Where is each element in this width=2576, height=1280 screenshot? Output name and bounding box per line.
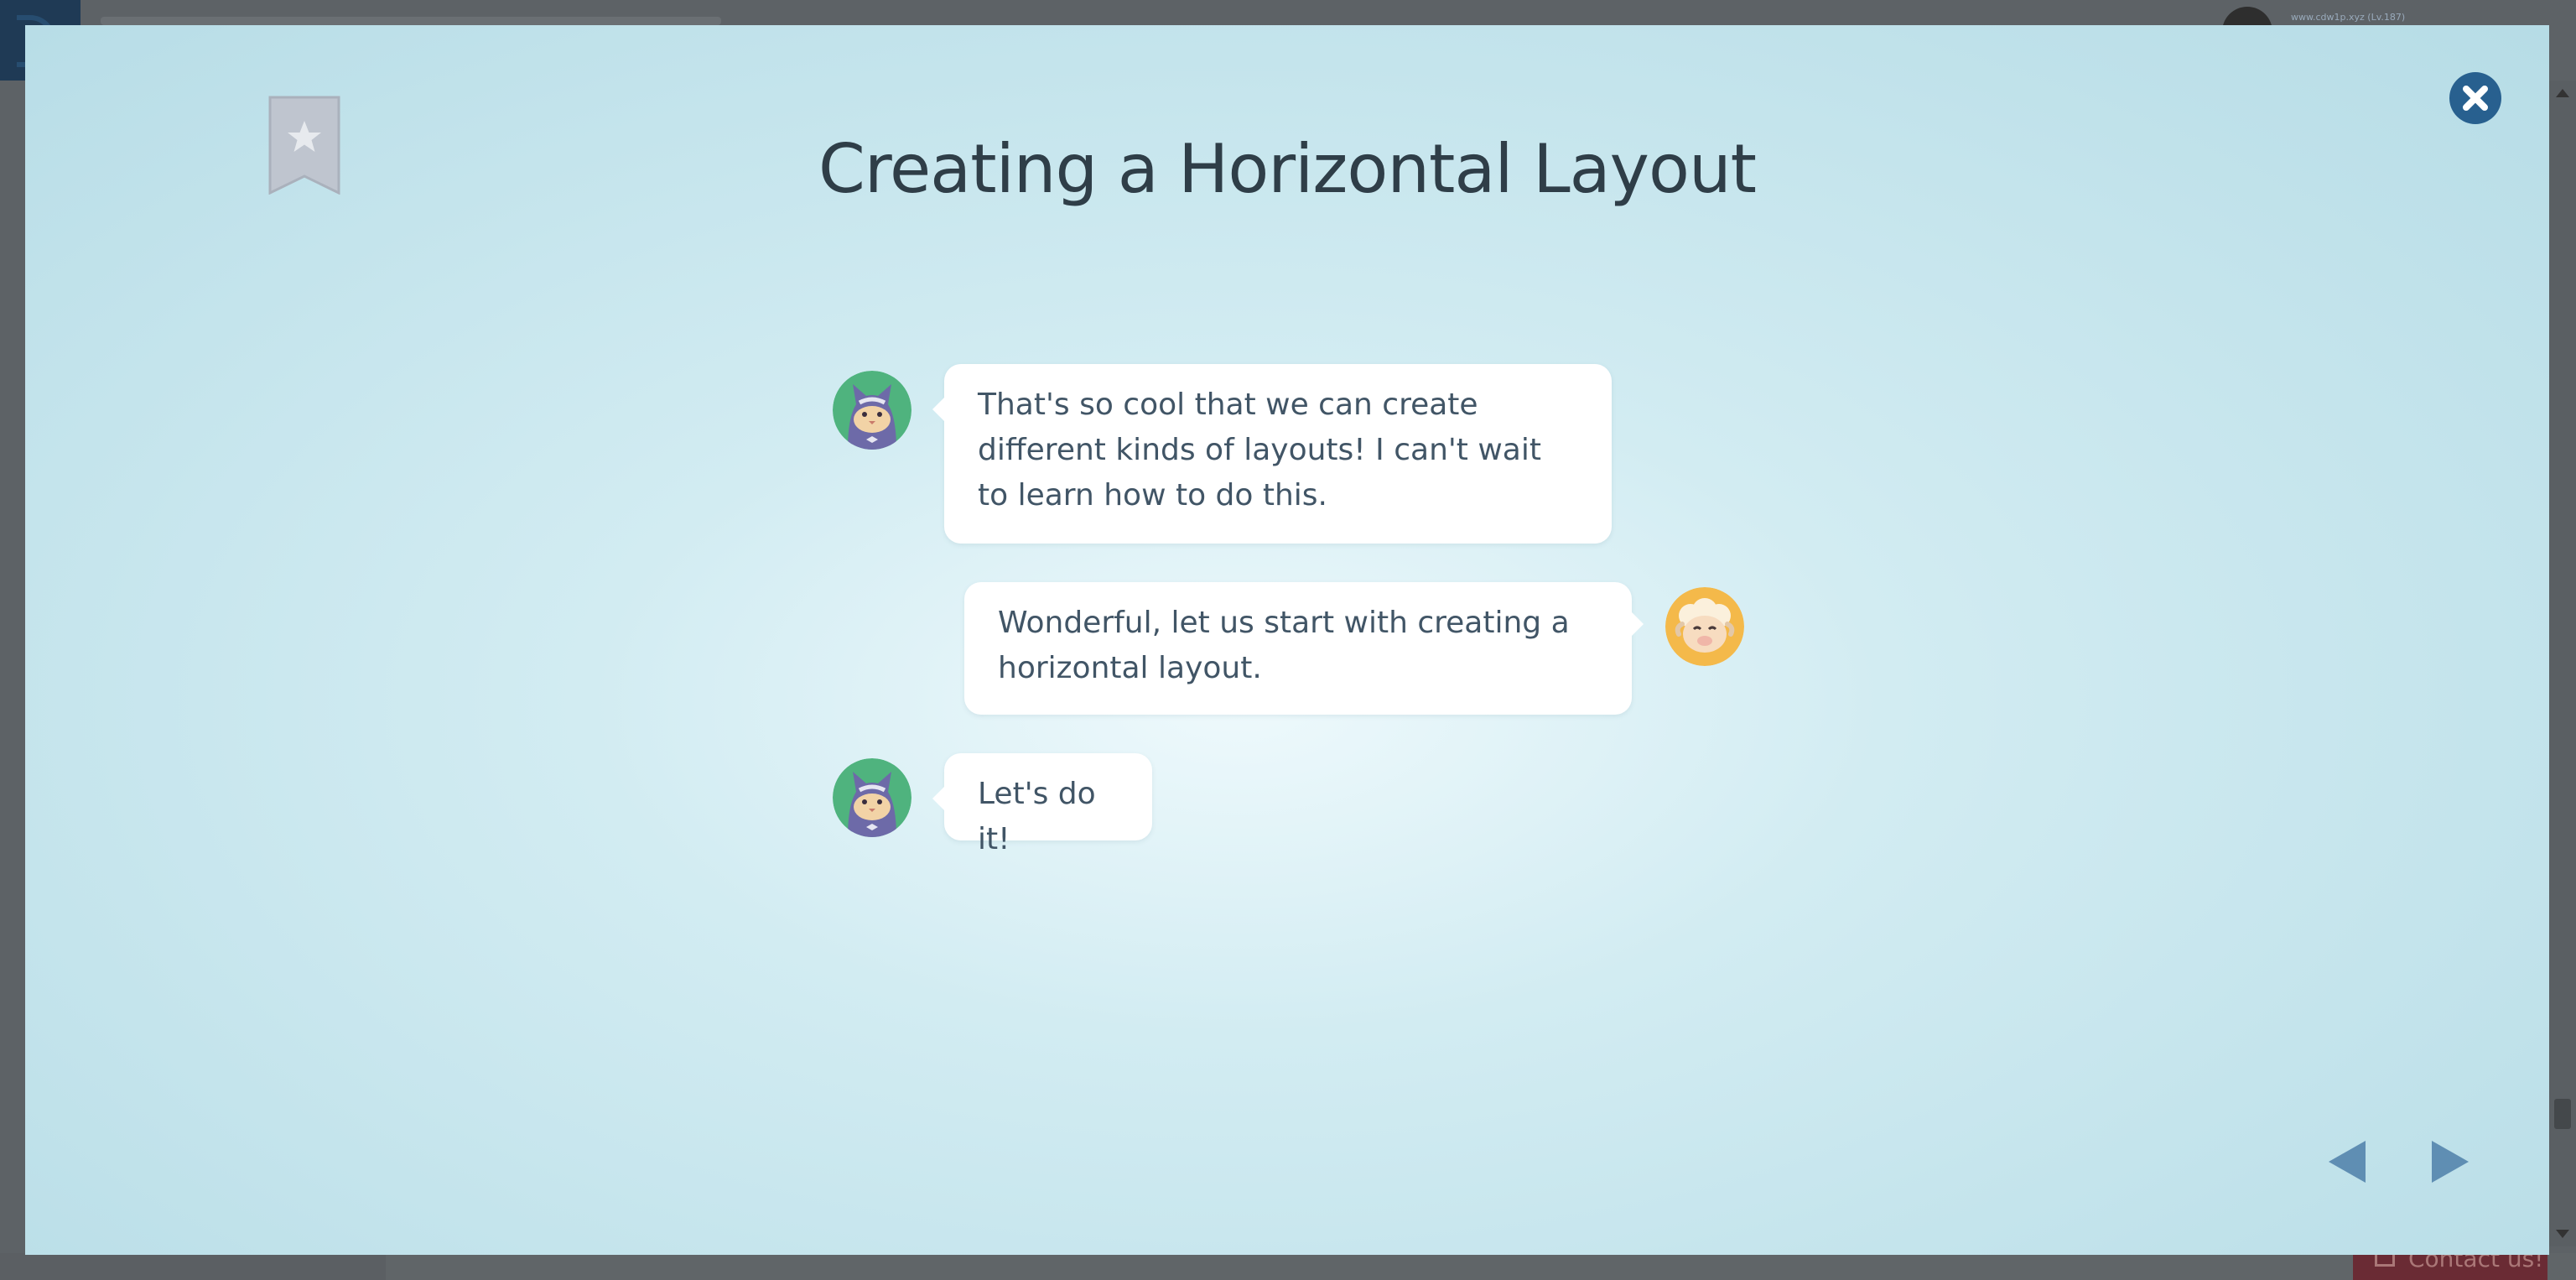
- background-user-text: www.cdw1p.xyz (Lv.187): [2291, 12, 2406, 23]
- sheep-character-icon: [1665, 587, 1744, 666]
- chat-bubble-3: Let's do it!: [932, 753, 1152, 856]
- close-button[interactable]: [2449, 72, 2501, 124]
- cat-avatar: [833, 371, 911, 450]
- background-bottom-bar: [0, 1253, 2576, 1280]
- sheep-avatar: [1665, 587, 1744, 666]
- chat-message-text: Let's do it!: [978, 777, 1096, 856]
- background-search-bar: [101, 17, 721, 25]
- scroll-up-icon: [2556, 89, 2569, 97]
- scroll-down-icon: [2556, 1230, 2569, 1238]
- background-bottom-panel: [0, 1253, 386, 1280]
- chat-message-text: Wonderful, let us start with creating a …: [998, 606, 1570, 685]
- cat-character-icon: [833, 758, 911, 837]
- next-button[interactable]: [2432, 1141, 2469, 1183]
- cat-avatar: [833, 758, 911, 837]
- previous-button[interactable]: [2329, 1141, 2366, 1183]
- chat-bubble-2: Wonderful, let us start with creating a …: [964, 582, 1644, 715]
- background-scrollbar: [2549, 81, 2576, 1246]
- cat-character-icon: [833, 371, 911, 450]
- chat-bubble-1: That's so cool that we can create differ…: [932, 364, 1612, 544]
- background-scrollbar-thumb: [2554, 1099, 2571, 1129]
- lesson-modal: Creating a Horizontal Layout That's so c…: [25, 25, 2549, 1255]
- lesson-title: Creating a Horizontal Layout: [818, 130, 1757, 208]
- chat-message-text: That's so cool that we can create differ…: [978, 388, 1541, 513]
- close-icon: [2463, 86, 2488, 111]
